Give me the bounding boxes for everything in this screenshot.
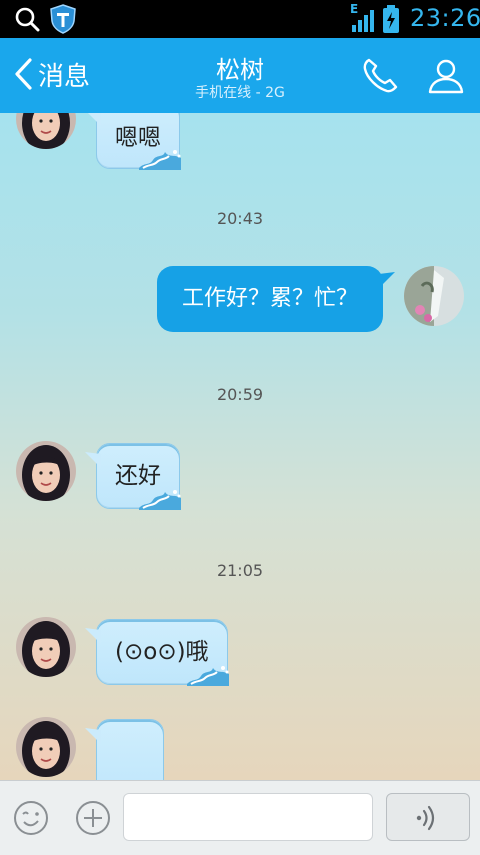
avatar-image	[16, 441, 76, 501]
timestamp: 20:59	[216, 385, 264, 404]
contact-icon[interactable]	[426, 56, 466, 96]
bubble-tail	[85, 452, 101, 468]
wave-decoration-icon	[139, 150, 181, 170]
bubble-tail	[88, 113, 101, 126]
contact-avatar[interactable]	[16, 717, 76, 777]
bubble-tail	[85, 728, 101, 744]
wave-decoration-icon	[186, 666, 229, 686]
voice-button[interactable]	[386, 793, 470, 841]
avatar-image	[16, 717, 76, 777]
contact-avatar[interactable]	[16, 617, 76, 677]
signal-icon	[352, 10, 374, 32]
voice-icon	[416, 805, 435, 831]
bubble-tail	[379, 272, 395, 288]
search-icon[interactable]	[14, 6, 40, 32]
avatar-image	[16, 617, 76, 677]
message-bubble[interactable]: 嗯嗯	[88, 113, 181, 170]
message-bubble-outgoing[interactable]: 工作好？累？忙？	[157, 266, 395, 332]
input-bar	[0, 780, 480, 855]
message-bubble[interactable]	[85, 719, 164, 780]
wave-decoration-icon	[139, 490, 181, 510]
status-bar: E 23:26	[0, 0, 480, 38]
contact-avatar[interactable]	[16, 113, 76, 149]
chat-area[interactable]: 嗯嗯 20:43 工作好？累？忙？ 20:59 还好 21:05 (⊙o⊙)哦	[0, 113, 480, 780]
avatar-image	[16, 113, 76, 149]
bubble-tail	[85, 628, 101, 644]
timestamp: 21:05	[216, 561, 264, 580]
title-bar: 消息 松树 手机在线 - 2G	[0, 38, 480, 113]
timestamp: 20:43	[216, 209, 264, 228]
plus-icon[interactable]	[74, 799, 112, 837]
user-avatar[interactable]	[404, 266, 464, 326]
avatar-image	[404, 266, 464, 326]
message-bubble[interactable]: 还好	[85, 443, 181, 510]
call-icon[interactable]	[360, 56, 400, 96]
message-input[interactable]	[123, 793, 373, 841]
contact-name: 松树	[216, 56, 264, 84]
status-time: 23:26	[410, 4, 480, 32]
contact-avatar[interactable]	[16, 441, 76, 501]
online-status: 手机在线 - 2G	[195, 85, 285, 101]
battery-icon	[383, 5, 399, 33]
emoji-icon[interactable]	[12, 799, 50, 837]
message-bubble[interactable]: (⊙o⊙)哦	[85, 619, 229, 686]
shield-icon	[50, 4, 76, 34]
message-text: 工作好？累？忙？	[181, 286, 358, 311]
